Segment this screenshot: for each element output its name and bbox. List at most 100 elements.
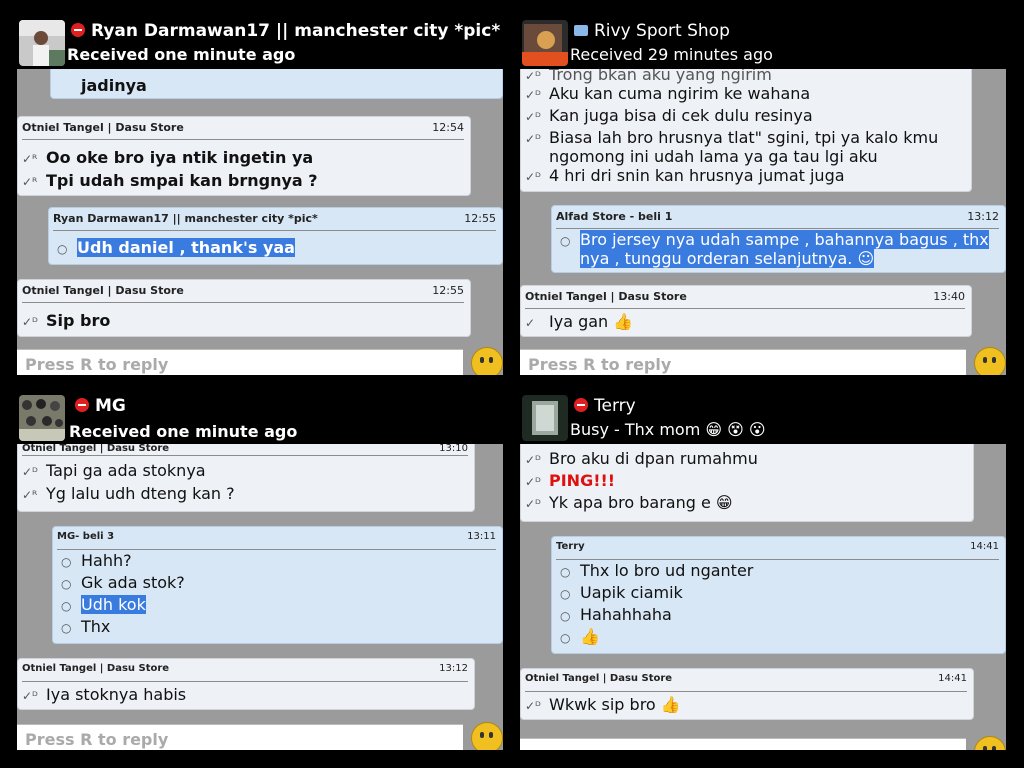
message-header: Otniel Tangel | Dasu Store 12:54 [22,121,464,140]
message-header: Otniel Tangel | Dasu Store 13:12 [22,663,468,682]
message-line: ○ Uapik ciamik [556,583,683,602]
grin-icon: 😁 [710,493,733,512]
bullet-icon: ○ [61,577,72,591]
delivered-icon: ✓ᴰ [525,132,541,146]
contact-name: MG [75,396,126,416]
bullet-icon: ○ [61,621,72,635]
avatar[interactable] [522,20,568,66]
message-bubble[interactable]: Otniel Tangel | Dasu Store 12:54 ✓ᴿ Oo oke… [17,116,471,196]
message-bubble[interactable]: Otniel Tangel | Dasu Store 14:41 ✓ᴰ Wkwk s… [520,668,974,720]
delivered-icon: ✓ᴰ [525,170,541,184]
delivered-icon: ✓ᴰ [22,465,38,479]
message-line: ✓ᴿ Tpi udah smpai kan brngnya ? [22,171,318,190]
chat-header: Terry Busy - Thx mom 😁 😵 😮 [520,392,1006,444]
reply-input[interactable]: Press R to reply [17,349,463,375]
chat-panel-terry: Terry Busy - Thx mom 😁 😵 😮 ✓ᴰ Bro aku di … [520,392,1006,750]
delivered-icon: ✓ᴰ [525,497,541,511]
emoticon-button[interactable] [974,347,1006,375]
delivered-icon: ✓ᴰ [525,475,541,489]
message-header: Otniel Tangel | Dasu Store 12:55 [22,284,464,303]
message-bubble[interactable]: ✓ᴰ Bro aku di dpan rumahmu ✓ᴰ PING!!! ✓ᴰ Yk… [520,432,974,522]
selected-text[interactable]: Udh daniel , thank's yaa [77,238,295,257]
bullet-icon: ○ [57,242,68,256]
message-header: Otniel Tangel | Dasu Store 14:41 [525,673,967,692]
message-bubble[interactable]: Ryan Darmawan17 || manchester city *pic*… [48,207,503,265]
pin-message-icon [574,25,588,36]
message-line: ○ Thx [57,617,110,636]
message-bubble[interactable]: Otniel Tangel | Dasu Store 12:55 ✓ᴰ Sip br… [17,279,471,337]
avatar[interactable] [522,395,568,441]
message-bubble[interactable]: Otniel Tangel | Dasu Store 13:10 ✓ᴰ Tapi g… [17,432,475,512]
message-line: ✓ᴰ Iya stoknya habis [22,685,187,704]
reply-input[interactable] [520,738,966,750]
contact-status: Received one minute ago [67,45,296,64]
message-header: Terry 14:41 [556,541,999,560]
smiley-icon: ☺ [852,249,875,268]
thumbs-up-icon: 👍 [655,695,681,714]
message-line: ✓ᴿ Oo oke bro iya ntik ingetin ya [22,148,314,167]
message-header: Ryan Darmawan17 || manchester city *pic*… [53,212,496,231]
selected-text[interactable]: nya , tunggu orderan selanjutnya. [580,249,853,268]
message-line: ✓ᴰ 4 hri dri snin kan hrusnya jumat juga [525,166,845,185]
chat-header: MG Received one minute ago [17,392,503,444]
read-receipt-icon: ✓ᴿ [22,175,38,189]
selected-text[interactable]: Bro jersey nya udah sampe , bahannya bag… [580,230,989,249]
message-line: ✓ᴰ Biasa lah bro hrusnya tlat" sgini, tpi… [525,128,939,147]
contact-name: Ryan Darmawan17 || manchester city *pic* [71,21,500,41]
message-header: Otniel Tangel | Dasu Store 13:10 [22,443,468,456]
emoticon-button[interactable] [471,347,503,375]
message-bubble[interactable]: Alfad Store - beli 1 13:12 ○ Bro jersey ny… [551,205,1006,273]
contact-name: Terry [574,396,636,416]
reply-input[interactable]: Press R to reply [17,724,463,750]
reply-input[interactable]: Press R to reply [520,349,966,375]
message-line: ✓ᴰ Yk apa bro barang e 😁 [525,493,733,512]
message-header: Alfad Store - beli 1 13:12 [556,210,999,229]
chat-header: Rivy Sport Shop Received 29 minutes ago [520,17,1006,69]
message-line: ✓ᴿ Yg lalu udh dteng kan ? [22,484,235,503]
busy-status-icon [574,398,588,412]
message-line: ✓ᴰ Sip bro [22,311,111,330]
emoticon-button[interactable] [471,722,503,750]
message-line: ○ Gk ada stok? [57,573,185,592]
delivered-icon: ✓ᴰ [525,110,541,124]
emoticon-button[interactable] [974,736,1006,750]
chat-header: Ryan Darmawan17 || manchester city *pic*… [17,17,503,69]
message-line: ○ Bro jersey nya udah sampe , bahannya ba… [556,230,989,249]
delivered-icon: ✓ᴰ [525,699,541,713]
read-receipt-icon: ✓ᴿ [22,152,38,166]
delivered-icon: ✓ᴰ [525,453,541,467]
message-text: jadinya [81,76,147,95]
chat-panel-rivy: Rivy Sport Shop Received 29 minutes ago … [520,17,1006,375]
message-line: ✓ᴰ Wkwk sip bro 👍 [525,695,681,714]
message-bubble[interactable]: Otniel Tangel | Dasu Store 13:12 ✓ᴰ Iya st… [17,658,475,710]
message-bubble[interactable]: MG- beli 3 13:11 ○ Hahh? ○ Gk ada stok? ○ Ud… [52,526,503,644]
bullet-icon: ○ [61,599,72,613]
message-line: ngomong ini udah lama ya ga tau lgi aku [549,147,878,166]
message-line: ✓ᴰ Aku kan cuma ngirim ke wahana [525,84,811,103]
message-line: ○ Hahahhaha [556,605,672,624]
message-bubble[interactable]: Otniel Tangel | Dasu Store 13:40 ✓ Iya gan… [520,285,972,337]
message-line: ○ Thx lo bro ud nganter [556,561,753,580]
selected-text[interactable]: Udh kok [81,595,146,614]
contact-status: Busy - Thx mom 😁 😵 😮 [570,420,766,439]
contact-name: Rivy Sport Shop [574,21,730,41]
busy-status-icon [75,398,89,412]
chat-panel-ryan: Ryan Darmawan17 || manchester city *pic*… [17,17,503,375]
bullet-icon: ○ [560,587,571,601]
thumbs-up-icon: 👍 [608,312,634,331]
message-bubble[interactable]: Terry 14:41 ○ Thx lo bro ud nganter ○ Uapik… [551,536,1006,654]
bullet-icon: ○ [560,631,571,645]
message-line: ○ 👍 [556,627,600,646]
message-header: Otniel Tangel | Dasu Store 13:40 [525,290,965,309]
delivered-icon: ✓ᴰ [22,315,38,329]
sent-check-icon: ✓ [525,316,536,330]
bullet-icon: ○ [61,555,72,569]
avatar[interactable] [19,20,65,66]
bullet-icon: ○ [560,609,571,623]
message-line: ○ Hahh? [57,551,132,570]
delivered-icon: ✓ᴰ [525,88,541,102]
busy-status-icon [71,23,85,37]
message-line: nya , tunggu orderan selanjutnya. ☺ [580,249,875,268]
avatar[interactable] [19,395,65,441]
chat-panel-mg: MG Received one minute ago Otniel Tangel… [17,392,503,750]
